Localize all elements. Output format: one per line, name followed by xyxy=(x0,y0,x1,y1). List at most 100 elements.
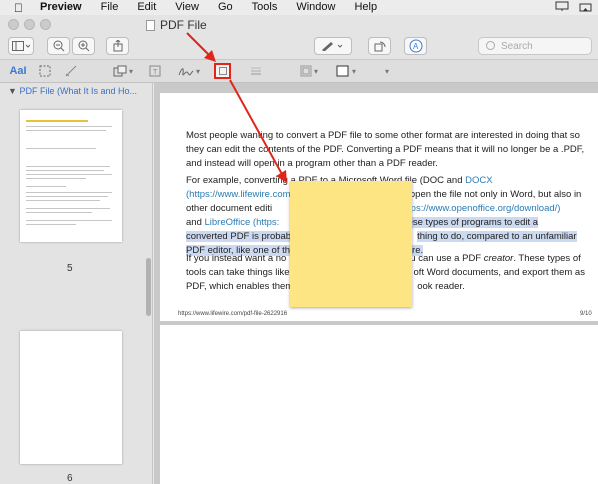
zoom-in-icon xyxy=(78,40,89,52)
thumbnail-text-line xyxy=(26,186,66,187)
paragraph-1: Most people wanting to convert a PDF fil… xyxy=(186,130,585,170)
sidebar-toggle-button[interactable] xyxy=(8,37,34,55)
disclosure-triangle-icon[interactable]: ▼ xyxy=(8,86,17,96)
sidebar-header[interactable]: ▼ PDF File (What It Is and Ho... xyxy=(8,86,137,96)
paragraph-3-text: oft Word documents, and export them as xyxy=(413,267,585,279)
text-box-button[interactable]: T xyxy=(148,63,162,79)
zoom-out-button[interactable] xyxy=(47,37,70,55)
page-number-6: 6 xyxy=(67,473,73,484)
fill-color-button[interactable]: ▾ xyxy=(332,63,360,79)
sign-button[interactable]: ▾ xyxy=(176,63,202,79)
shapes-icon xyxy=(113,65,127,77)
thumbnail-text-line xyxy=(26,196,108,197)
close-window-button[interactable] xyxy=(8,19,19,30)
search-icon xyxy=(486,41,495,50)
zoom-window-button[interactable] xyxy=(40,19,51,30)
thumbnail-sidebar: ▼ PDF File (What It Is and Ho... 5 6 xyxy=(0,83,153,484)
openoffice-link[interactable]: https://www.openoffice.org/download/) xyxy=(400,203,560,214)
menu-go[interactable]: Go xyxy=(218,0,233,15)
next-document-page xyxy=(160,325,598,484)
thumbnail-text-line xyxy=(26,200,100,201)
paragraph-3-text: ook reader. xyxy=(417,281,465,293)
shapes-button[interactable]: ▾ xyxy=(110,63,136,79)
highlighted-text: thing to do, compared to an unfamiliar xyxy=(417,231,577,243)
menu-window[interactable]: Window xyxy=(296,0,335,15)
window-title-text: PDF File xyxy=(160,18,207,32)
title-bar: PDF File xyxy=(0,15,598,34)
thumbnail-text-line xyxy=(26,166,110,167)
chevron-down-icon: ▾ xyxy=(128,66,133,76)
thumbnail-text-line xyxy=(26,130,106,131)
markup-button[interactable]: A xyxy=(404,37,427,55)
chevron-down-icon: ▾ xyxy=(313,66,318,76)
menu-app-name[interactable]: Preview xyxy=(40,0,82,15)
share-button[interactable] xyxy=(106,37,129,55)
border-color-button[interactable]: ▾ xyxy=(296,63,322,79)
svg-text:A: A xyxy=(413,42,419,51)
thumbnail-text-line xyxy=(26,178,86,179)
page-thumbnail-6[interactable] xyxy=(20,331,122,464)
thumbnail-text-line xyxy=(26,126,112,127)
paragraph-3-text: PDF, which enables them xyxy=(186,281,294,293)
chevron-down-icon: ▾ xyxy=(195,66,200,76)
page-number-5: 5 xyxy=(67,263,73,274)
main-toolbar: A Search xyxy=(0,34,598,59)
thumbnail-text-line xyxy=(26,192,112,193)
markup-circle-icon: A xyxy=(409,39,422,53)
chevron-down-icon: ▾ xyxy=(351,66,356,76)
thumbnail-text-line xyxy=(26,174,112,175)
border-color-icon xyxy=(300,65,312,77)
libreoffice-url-link[interactable]: (https: xyxy=(250,217,279,228)
sidebar-icon xyxy=(12,41,30,51)
pen-icon xyxy=(322,42,343,51)
paragraph-3-text: tools can take things like xyxy=(186,267,290,279)
page-footer-number: 9/10 xyxy=(580,311,592,317)
thumbnail-text-line xyxy=(26,148,96,149)
rect-selection-button[interactable] xyxy=(38,63,52,79)
page-thumbnail-5[interactable] xyxy=(20,110,122,242)
display-icon[interactable] xyxy=(555,1,569,12)
apple-menu-icon[interactable]:  xyxy=(14,2,26,14)
docx-link[interactable]: DOCX xyxy=(465,175,492,186)
note-button[interactable] xyxy=(214,63,231,79)
libreoffice-link[interactable]: LibreOffice xyxy=(205,217,251,228)
menu-file[interactable]: File xyxy=(101,0,119,15)
paragraph-3-text: If you instead want a no xyxy=(186,253,287,264)
text-style-button[interactable]: AaI xyxy=(8,63,28,79)
minimize-window-button[interactable] xyxy=(24,19,35,30)
menu-tools[interactable]: Tools xyxy=(252,0,278,15)
sidebar-scrollbar[interactable] xyxy=(146,258,151,316)
line-style-button[interactable] xyxy=(246,63,266,79)
sticky-note[interactable] xyxy=(290,181,412,307)
text-format-button[interactable]: ▾ xyxy=(380,63,392,79)
markup-toolbar: AaI ▾ T ▾ ▾ ▾ ▾ xyxy=(0,59,598,83)
fill-color-icon xyxy=(336,65,349,77)
menu-bar:  Preview File Edit View Go Tools Window… xyxy=(0,0,598,15)
thumbnail-text-line xyxy=(26,220,112,221)
sketch-button[interactable] xyxy=(64,63,80,79)
thumbnail-text-line xyxy=(26,212,92,213)
window-title: PDF File xyxy=(146,18,207,32)
rotate-button[interactable] xyxy=(368,37,391,55)
paragraph-3-text: creator xyxy=(483,253,514,264)
menu-edit[interactable]: Edit xyxy=(137,0,156,15)
thumbnail-text-line xyxy=(26,224,76,225)
search-field[interactable]: Search xyxy=(478,37,592,55)
highlighted-text: converted PDF is probab xyxy=(186,231,292,243)
zoom-in-button[interactable] xyxy=(72,37,95,55)
thumbnail-highlight xyxy=(26,120,88,122)
page-footer-url: https://www.lifewire.com/pdf-file-262291… xyxy=(178,311,288,317)
search-placeholder: Search xyxy=(501,40,533,52)
thumbnail-text-line xyxy=(26,170,104,171)
markup-toolbar-button[interactable] xyxy=(314,37,352,55)
note-icon xyxy=(218,67,227,75)
textbox-icon: T xyxy=(149,65,161,77)
menu-help[interactable]: Help xyxy=(354,0,377,15)
cast-icon[interactable] xyxy=(579,1,592,12)
share-icon xyxy=(113,40,122,52)
rotate-icon xyxy=(374,41,385,52)
paragraph-3-text: u can use a PDF xyxy=(410,253,484,264)
highlighted-text: hese types of programs to edit a xyxy=(402,217,539,229)
sketch-icon xyxy=(65,65,77,77)
menu-view[interactable]: View xyxy=(175,0,199,15)
